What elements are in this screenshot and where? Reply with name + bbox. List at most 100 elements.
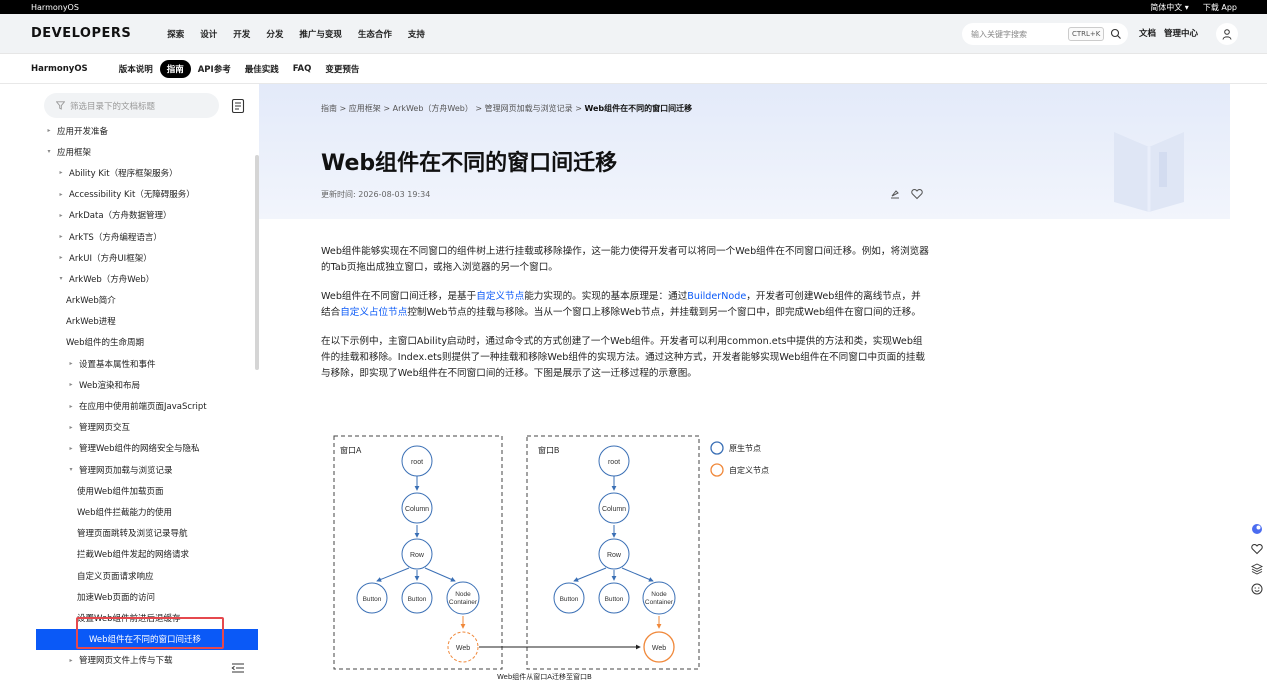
sidebar-item[interactable]: ▸ ArkData（方舟数据管理）	[36, 205, 258, 226]
sidebar-item[interactable]: ▸ 管理网页交互	[36, 417, 258, 438]
node-label: Container	[449, 599, 478, 606]
layers-icon[interactable]	[1250, 562, 1264, 576]
sidebar-item[interactable]: ▸ ArkTS（方舟编程语言）	[36, 226, 258, 247]
paragraph: Web组件在不同窗口间迁移，是基于自定义节点能力实现的。实现的基本原理是：通过B…	[321, 289, 929, 321]
placeholder-node-link[interactable]: 自定义占位节点	[340, 307, 407, 318]
chevron-right-icon[interactable]: ▸	[56, 191, 66, 198]
sidebar-item[interactable]: 设置Web组件前进后退缓存	[36, 607, 258, 628]
text: Web组件在不同窗口间迁移，是基于	[321, 291, 477, 302]
sidebar-item[interactable]: 加速Web页面的访问	[36, 586, 258, 607]
breadcrumb-item[interactable]: 应用框架	[349, 104, 381, 113]
paragraph: Web组件能够实现在不同窗口的组件树上进行挂载或移除操作，这一能力使得开发者可以…	[321, 246, 929, 273]
sidebar-item[interactable]: ▸ ArkUI（方舟UI框架）	[36, 247, 258, 268]
chevron-right-icon[interactable]: ▸	[66, 403, 76, 410]
sidebar-item[interactable]: ▸ Ability Kit（程序框架服务）	[36, 162, 258, 183]
product-nav: HarmonyOS 版本说明 指南 API参考 最佳实践 FAQ 变更预告	[0, 54, 1267, 84]
share-icon[interactable]	[889, 188, 901, 200]
sidebar-item[interactable]: ▸ Web渲染和布局	[36, 374, 258, 395]
sidebar-item[interactable]: 管理页面跳转及浏览记录导航	[36, 523, 258, 544]
buildernode-link[interactable]: BuilderNode	[687, 291, 746, 302]
nav-item[interactable]: 支持	[400, 28, 433, 40]
chevron-right-icon[interactable]: ▸	[66, 424, 76, 431]
sidebar-item-label: Web组件拦截能力的使用	[77, 507, 173, 518]
sidebar-item-selected[interactable]: Web组件在不同的窗口间迁移	[36, 628, 258, 650]
sidebar-item[interactable]: ▸ 应用开发准备	[36, 120, 258, 141]
breadcrumb-item[interactable]: ArkWeb（方舟Web）	[393, 104, 473, 113]
sidebar-item-label: Web渲染和布局	[79, 380, 141, 391]
chevron-right-icon[interactable]: ▸	[66, 445, 76, 452]
filter-input[interactable]: 筛选目录下的文档标题	[44, 93, 219, 118]
chevron-right-icon[interactable]: ▸	[44, 127, 54, 134]
favorite-icon[interactable]	[911, 188, 923, 200]
user-icon[interactable]	[1216, 23, 1238, 45]
language-selector[interactable]: 简体中文 ▾	[1150, 2, 1189, 13]
node-container-node	[642, 581, 676, 615]
chevron-right-icon[interactable]: ▸	[56, 254, 66, 261]
custom-node-link[interactable]: 自定义节点	[476, 291, 524, 302]
sidebar-item[interactable]: ▾ 管理网页加载与浏览记录	[36, 459, 258, 480]
sidebar-item-label: 管理网页交互	[79, 423, 131, 434]
page-title: Web组件在不同的窗口间迁移	[321, 151, 618, 176]
nav-item[interactable]: 探索	[159, 28, 192, 40]
chevron-right-icon[interactable]: ▸	[56, 212, 66, 219]
sidebar-item[interactable]: ▸ Accessibility Kit（无障碍服务）	[36, 184, 258, 205]
sidebar-item[interactable]: ▸ 管理Web组件的网络安全与隐私	[36, 438, 258, 459]
console-link[interactable]: 管理中心	[1164, 27, 1198, 39]
sidebar-item[interactable]: ▸ 在应用中使用前端页面JavaScript	[36, 395, 258, 416]
sidebar-item-label: Accessibility Kit（无障碍服务）	[69, 190, 195, 201]
nav-item[interactable]: 推广与变现	[291, 28, 350, 40]
sidebar-item[interactable]: ▸ 管理网页文件上传与下载	[36, 650, 258, 671]
node-label: Button	[363, 596, 382, 603]
sidebar-item[interactable]: 使用Web组件加载页面	[36, 480, 258, 501]
nav-item[interactable]: 设计	[192, 28, 225, 40]
breadcrumb-item[interactable]: 指南	[321, 104, 337, 113]
sidebar-item-label: 加速Web页面的访问	[77, 592, 156, 603]
outline-toggle-icon[interactable]	[231, 98, 245, 114]
filter-icon	[56, 101, 65, 110]
sidebar-item[interactable]: Web组件的生命周期	[36, 332, 258, 353]
node-label: Button	[560, 596, 579, 603]
nav-item[interactable]: 开发	[225, 28, 258, 40]
sidebar-item[interactable]: ▾ ArkWeb（方舟Web）	[36, 268, 258, 289]
search-input[interactable]: 输入关键字搜索 CTRL+K	[962, 23, 1128, 45]
chevron-right-icon[interactable]: ▸	[56, 169, 66, 176]
tab-api-reference[interactable]: API参考	[191, 61, 238, 77]
sidebar-item-label: ArkData（方舟数据管理）	[69, 211, 172, 222]
download-app-link[interactable]: 下载 App	[1203, 2, 1237, 13]
chevron-down-icon[interactable]: ▾	[44, 148, 54, 155]
breadcrumb-item[interactable]: 管理网页加载与浏览记录	[485, 104, 573, 113]
nav-item[interactable]: 分发	[258, 28, 291, 40]
sidebar-item[interactable]: ArkWeb进程	[36, 311, 258, 332]
chevron-right-icon[interactable]: ▸	[66, 657, 76, 664]
sidebar-item[interactable]: ArkWeb简介	[36, 290, 258, 311]
chevron-down-icon[interactable]: ▾	[66, 466, 76, 473]
tab-release-notes[interactable]: 版本说明	[112, 61, 160, 77]
sidebar-item[interactable]: Web组件拦截能力的使用	[36, 501, 258, 522]
book-watermark-icon	[1114, 132, 1184, 212]
breadcrumb: 指南 > 应用框架 > ArkWeb（方舟Web） > 管理网页加载与浏览记录 …	[321, 104, 693, 113]
search-icon[interactable]	[1110, 28, 1122, 40]
chevron-right-icon[interactable]: ▸	[66, 360, 76, 367]
tab-guide[interactable]: 指南	[159, 59, 191, 78]
tab-best-practices[interactable]: 最佳实践	[238, 61, 286, 77]
tree-b: root Column Row Button Button Node Conta…	[553, 445, 676, 663]
tab-change-notice[interactable]: 变更预告	[318, 61, 366, 77]
text: 控制Web节点的挂载与移除。当从一个窗口上移除Web节点，并挂载到另一个窗口中，…	[407, 307, 921, 318]
ai-assistant-icon[interactable]	[1250, 522, 1264, 536]
tab-faq[interactable]: FAQ	[286, 62, 319, 76]
chevron-down-icon[interactable]: ▾	[56, 275, 66, 282]
nav-item[interactable]: 生态合作	[350, 28, 400, 40]
sidebar-item[interactable]: ▸ 设置基本属性和事件	[36, 353, 258, 374]
docs-link[interactable]: 文档	[1139, 27, 1156, 39]
smile-icon[interactable]	[1250, 582, 1264, 596]
feedback-heart-icon[interactable]	[1250, 542, 1264, 556]
collapse-sidebar-icon[interactable]	[231, 662, 245, 674]
sidebar-item[interactable]: 拦截Web组件发起的网络请求	[36, 544, 258, 565]
chevron-right-icon[interactable]: ▸	[66, 381, 76, 388]
product-name[interactable]: HarmonyOS	[31, 64, 88, 74]
developers-logo[interactable]: DEVELOPERS	[31, 26, 131, 41]
sidebar-item[interactable]: 自定义页面请求响应	[36, 565, 258, 586]
sidebar-item[interactable]: ▾ 应用框架	[36, 141, 258, 162]
chevron-right-icon[interactable]: ▸	[56, 233, 66, 240]
node-label: Node	[455, 591, 471, 598]
